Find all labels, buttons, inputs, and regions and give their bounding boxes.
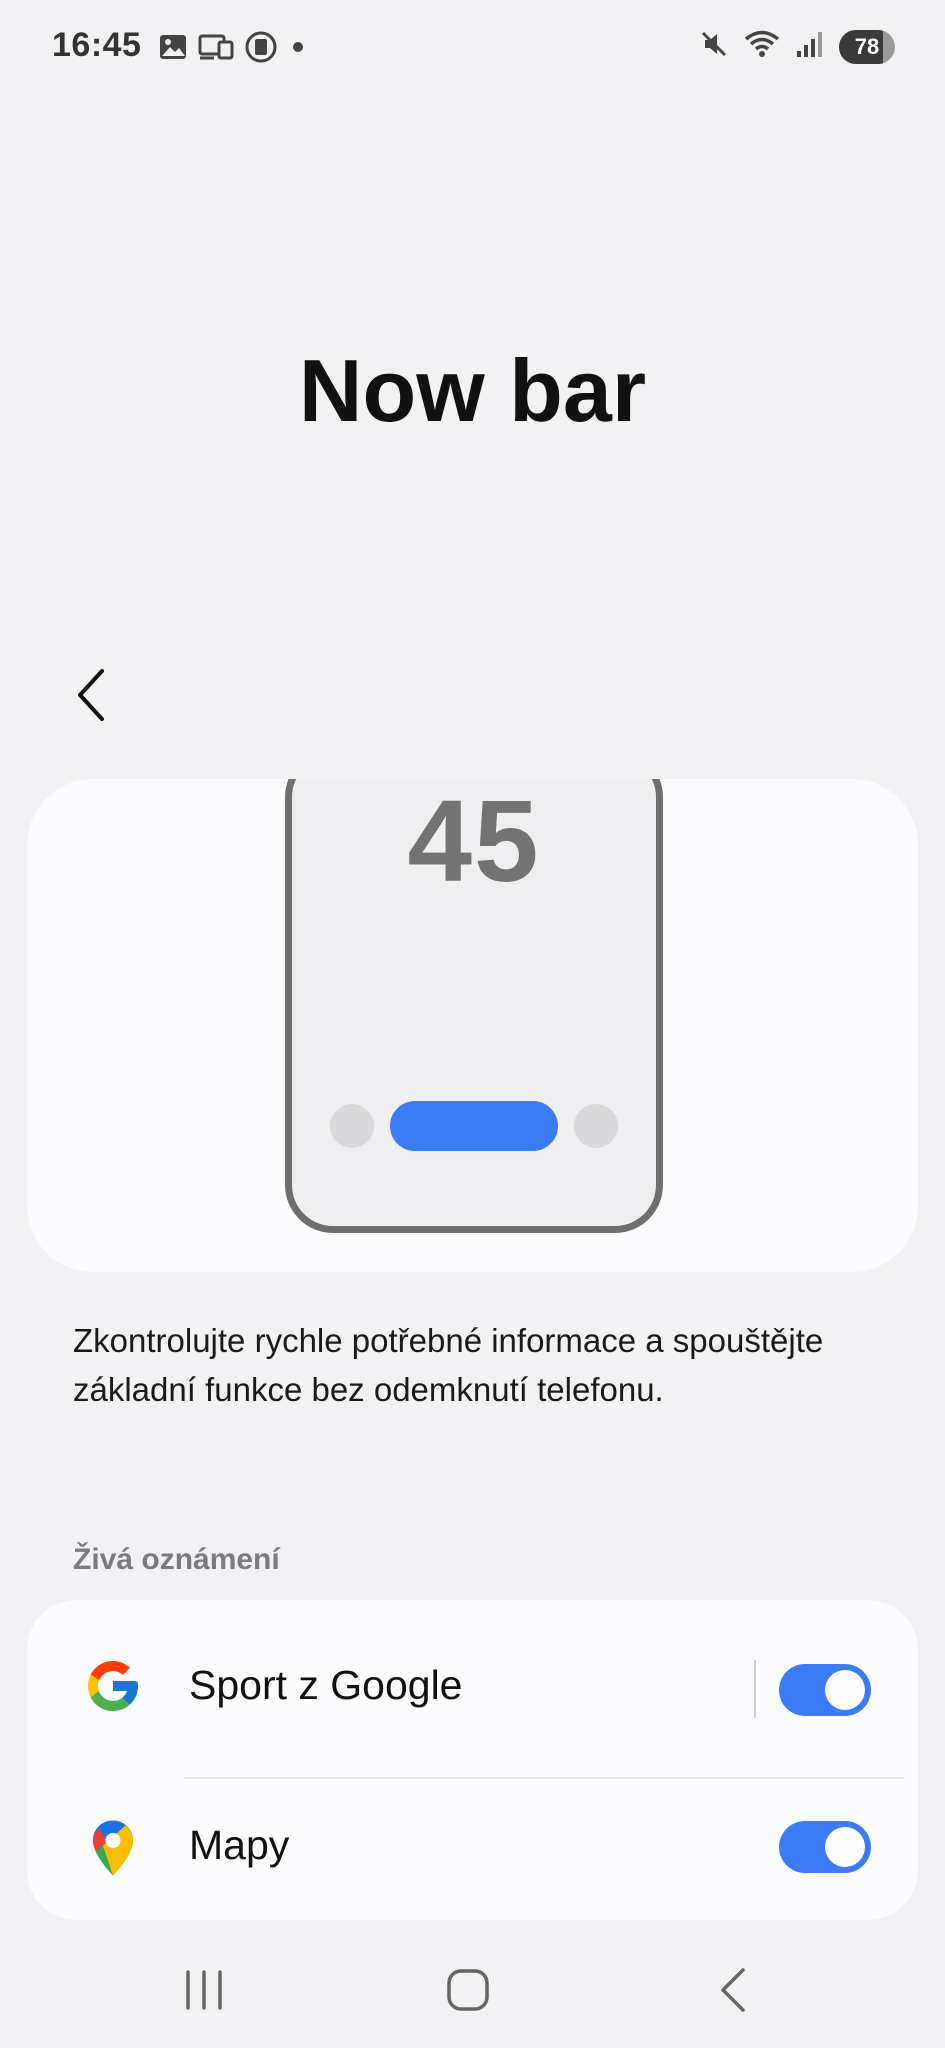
home-icon xyxy=(447,1969,489,2011)
dot-icon xyxy=(288,37,308,57)
nowbar-dot-left xyxy=(330,1104,374,1148)
phone-clock: 45 xyxy=(407,779,541,906)
page-title: Now bar xyxy=(298,341,647,440)
list-item-sport-google[interactable]: Sport z Google xyxy=(27,1600,918,1770)
status-left-icons xyxy=(158,30,308,64)
item-label: Sport z Google xyxy=(189,1662,463,1708)
battery-icon: 78 xyxy=(839,29,895,64)
nowbar-illustration: 45 xyxy=(27,779,918,1272)
vertical-divider xyxy=(754,1660,756,1718)
nav-back-button[interactable] xyxy=(683,1960,783,2020)
maps-icon xyxy=(83,1818,143,1878)
toggle-sport-google[interactable] xyxy=(779,1664,871,1716)
toggle-knob xyxy=(825,1827,865,1867)
description: Zkontrolujte rychle potřebné informace a… xyxy=(73,1322,824,1408)
status-time: 16:45 xyxy=(52,26,142,64)
navigation-bar xyxy=(0,1930,945,2048)
google-icon xyxy=(83,1656,143,1716)
signal-icon xyxy=(795,29,825,64)
mute-icon xyxy=(699,29,729,64)
recents-button[interactable] xyxy=(154,1960,254,2020)
battery-level: 78 xyxy=(854,33,880,59)
back-button[interactable] xyxy=(62,660,122,730)
home-button[interactable] xyxy=(418,1960,518,2020)
back-icon xyxy=(721,1968,745,2012)
nowbar-pill xyxy=(390,1101,558,1151)
recents-icon xyxy=(186,1970,222,2010)
list-item-maps[interactable]: Mapy xyxy=(27,1778,918,1920)
nowbar-dot-right xyxy=(574,1104,618,1148)
screen-record-icon xyxy=(244,30,278,64)
live-notifications-list: Sport z Google Mapy xyxy=(27,1600,918,1920)
toggle-maps[interactable] xyxy=(779,1821,871,1873)
status-bar: 16:45 78 xyxy=(0,0,945,96)
chevron-left-icon xyxy=(78,669,104,721)
cast-icon xyxy=(198,33,234,61)
phone-frame: 45 xyxy=(285,779,663,1233)
toggle-knob xyxy=(825,1670,865,1710)
section-header: Živá oznámení xyxy=(73,1543,280,1576)
status-right-icons: 78 xyxy=(699,28,895,65)
item-label: Mapy xyxy=(189,1822,290,1868)
gallery-icon xyxy=(158,33,188,61)
wifi-icon xyxy=(743,28,781,65)
